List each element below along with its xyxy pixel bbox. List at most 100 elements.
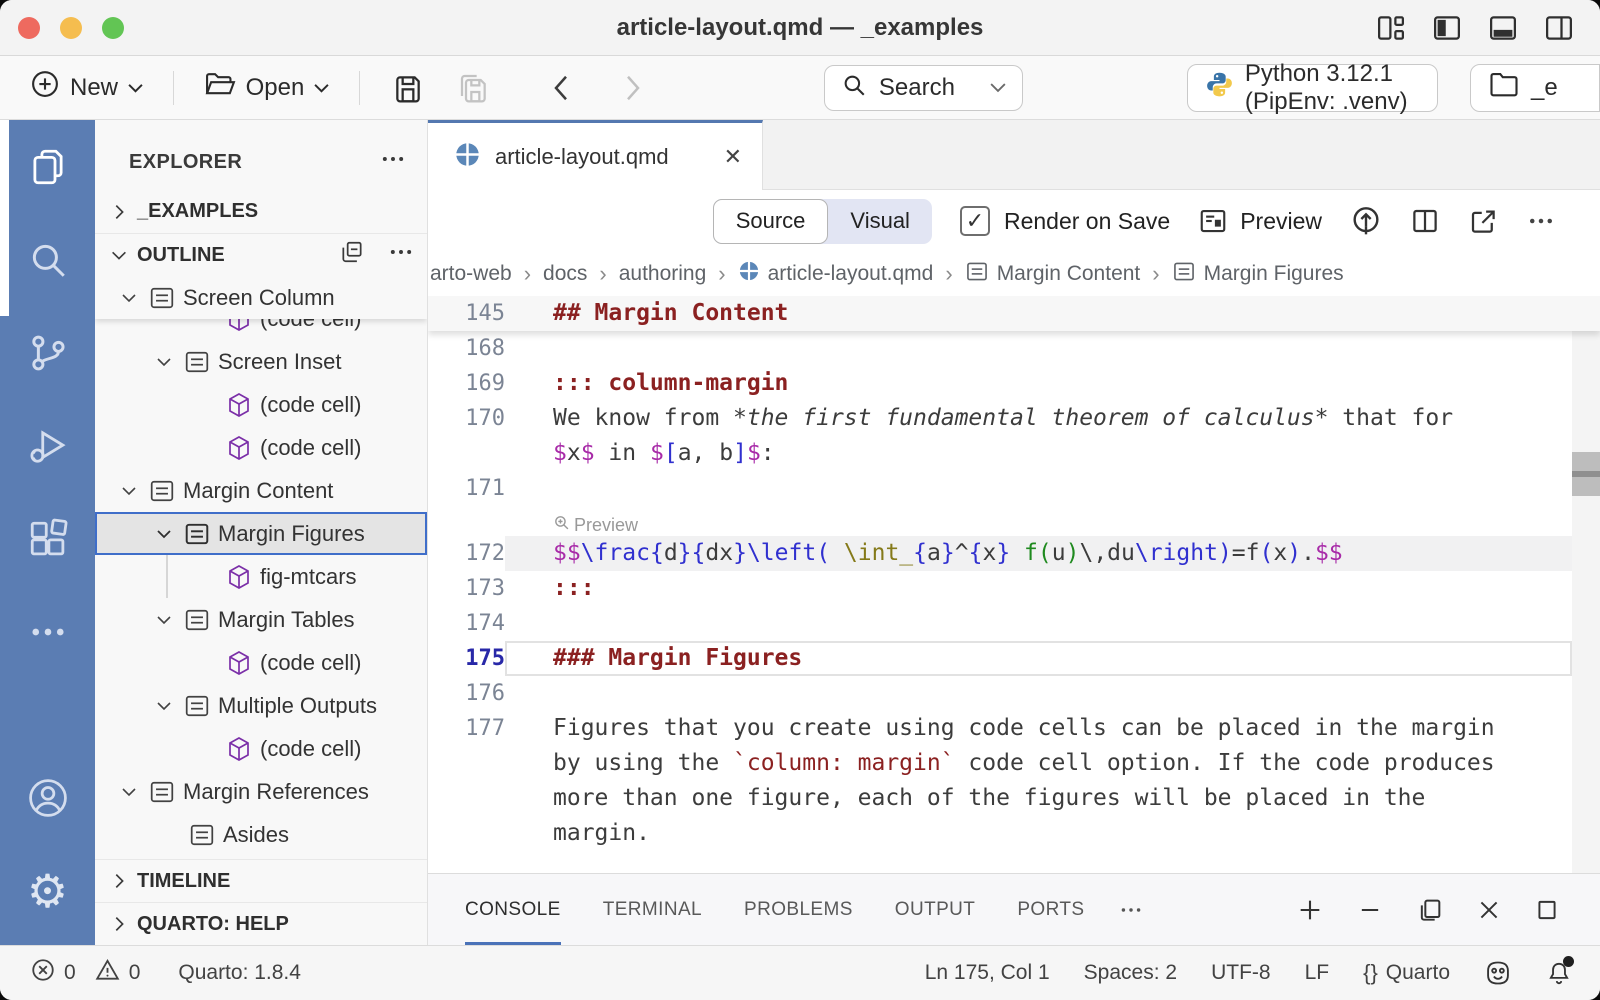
editor-scrollbar[interactable]: [1572, 302, 1600, 873]
new-button[interactable]: New: [22, 63, 151, 112]
save-button[interactable]: [382, 68, 434, 108]
code-line[interactable]: 174: [428, 606, 1600, 641]
breadcrumb-item-section[interactable]: Margin Content: [965, 261, 1141, 288]
code-line-wrap[interactable]: $x$ in $[a, b]$:: [428, 436, 1600, 471]
breadcrumb-item[interactable]: arto-web: [430, 262, 512, 286]
language-mode-status[interactable]: {} Quarto: [1363, 960, 1450, 986]
close-window-button[interactable]: [18, 17, 40, 39]
section-timeline[interactable]: TIMELINE: [95, 859, 427, 902]
section-examples[interactable]: _EXAMPLES: [95, 190, 427, 233]
more-actions-icon[interactable]: [387, 238, 415, 272]
outline-item-screen-inset[interactable]: Screen Inset: [95, 340, 427, 383]
zoom-window-button[interactable]: [102, 17, 124, 39]
tab-problems[interactable]: PROBLEMS: [744, 874, 853, 945]
eol-status[interactable]: LF: [1305, 961, 1330, 985]
outline-item-margin-figures[interactable]: Margin Figures: [95, 512, 427, 555]
section-outline[interactable]: OUTLINE: [95, 233, 427, 276]
search-view-icon[interactable]: [0, 213, 95, 306]
tab-console[interactable]: CONSOLE: [465, 874, 561, 945]
maximize-panel-icon[interactable]: [1534, 897, 1560, 923]
extensions-icon[interactable]: [0, 492, 95, 585]
explorer-icon[interactable]: [0, 120, 95, 213]
account-icon[interactable]: [0, 751, 95, 844]
more-actions-icon[interactable]: [1526, 206, 1556, 236]
code-line-wrap[interactable]: margin.: [428, 816, 1600, 851]
outline-item-code-cell[interactable]: (code cell): [95, 426, 427, 469]
tab-article-layout[interactable]: article-layout.qmd ✕: [428, 120, 763, 190]
back-button[interactable]: [540, 69, 582, 107]
save-all-button[interactable]: [448, 68, 500, 108]
customize-layout-icon[interactable]: [1376, 13, 1406, 43]
quarto-version-status[interactable]: Quarto: 1.8.4: [178, 961, 301, 985]
code-line[interactable]: 170We know from *the first fundamental t…: [428, 401, 1600, 436]
minimize-window-button[interactable]: [60, 17, 82, 39]
sticky-code-line[interactable]: 145## Margin Content: [428, 296, 1600, 331]
code-editor[interactable]: 145## Margin Content 168 169::: column-m…: [428, 296, 1600, 873]
render-on-save-checkbox[interactable]: ✓: [960, 206, 990, 236]
more-actions-icon[interactable]: [379, 145, 407, 179]
open-external-icon[interactable]: [1468, 206, 1498, 236]
source-mode-button[interactable]: Source: [713, 199, 829, 244]
python-interpreter-button[interactable]: Python 3.12.1 (PipEnv: .venv): [1187, 64, 1438, 112]
more-views-icon[interactable]: [0, 585, 95, 678]
code-line-wrap[interactable]: more than one figure, each of the figure…: [428, 781, 1600, 816]
breadcrumb-item-file[interactable]: article-layout.qmd: [738, 260, 934, 288]
render-icon[interactable]: [1350, 205, 1382, 237]
preview-button[interactable]: Preview: [1198, 206, 1322, 236]
chevron-down-icon: [152, 609, 176, 631]
code-line-math[interactable]: 172$$\frac{d}{dx}\left( \int_{a}^{x} f(u…: [428, 536, 1600, 571]
outline-item-margin-tables[interactable]: Margin Tables: [95, 598, 427, 641]
split-panel-icon[interactable]: [1416, 896, 1444, 924]
outline-item-fig-mtcars[interactable]: fig-mtcars: [95, 555, 427, 598]
toggle-primary-sidebar-icon[interactable]: [1432, 13, 1462, 43]
outline-item-code-cell[interactable]: (code cell): [95, 319, 427, 340]
notifications-bell-icon[interactable]: [1546, 959, 1572, 987]
feedback-smiley-icon[interactable]: [1484, 959, 1512, 987]
minimize-panel-icon[interactable]: [1356, 896, 1384, 924]
tab-output[interactable]: OUTPUT: [895, 874, 976, 945]
section-quarto-help[interactable]: QUARTO: HELP: [95, 902, 427, 945]
source-control-icon[interactable]: [0, 306, 95, 399]
tab-ports[interactable]: PORTS: [1017, 874, 1084, 945]
code-line-current[interactable]: 175### Margin Figures: [428, 641, 1600, 676]
breadcrumb-item[interactable]: docs: [543, 262, 587, 286]
search-input[interactable]: Search: [824, 65, 1023, 111]
outline-item-margin-content[interactable]: Margin Content: [95, 469, 427, 512]
outline-item-margin-references[interactable]: Margin References: [95, 770, 427, 813]
close-tab-icon[interactable]: ✕: [724, 144, 742, 170]
cursor-position-status[interactable]: Ln 175, Col 1: [925, 961, 1050, 985]
collapse-all-icon[interactable]: [339, 239, 365, 271]
outline-item-multiple-outputs[interactable]: Multiple Outputs: [95, 684, 427, 727]
outline-item-asides[interactable]: Asides: [95, 813, 427, 856]
tab-terminal[interactable]: TERMINAL: [603, 874, 702, 945]
toggle-secondary-sidebar-icon[interactable]: [1544, 13, 1574, 43]
code-line[interactable]: 177Figures that you create using code ce…: [428, 711, 1600, 746]
workspace-folder-button[interactable]: _e: [1470, 64, 1600, 112]
outline-item-screen-column[interactable]: Screen Column: [95, 276, 427, 319]
run-debug-icon[interactable]: [0, 399, 95, 492]
code-line[interactable]: 168: [428, 331, 1600, 366]
outline-item-code-cell[interactable]: (code cell): [95, 641, 427, 684]
codelens-preview[interactable]: Preview: [428, 506, 1600, 536]
toggle-panel-icon[interactable]: [1488, 13, 1518, 43]
breadcrumb-item-section[interactable]: Margin Figures: [1172, 261, 1344, 288]
split-editor-icon[interactable]: [1410, 206, 1440, 236]
code-line[interactable]: 173:::: [428, 571, 1600, 606]
outline-item-code-cell[interactable]: (code cell): [95, 383, 427, 426]
outline-item-code-cell[interactable]: (code cell): [95, 727, 427, 770]
code-line[interactable]: 171: [428, 471, 1600, 506]
code-line[interactable]: 169::: column-margin: [428, 366, 1600, 401]
open-button[interactable]: Open: [196, 63, 338, 112]
settings-gear-icon[interactable]: ⚙: [0, 844, 95, 937]
breadcrumb-item[interactable]: authoring: [619, 262, 707, 286]
forward-button[interactable]: [612, 69, 654, 107]
problems-status[interactable]: 0 0: [30, 957, 140, 989]
new-console-icon[interactable]: [1296, 896, 1324, 924]
encoding-status[interactable]: UTF-8: [1211, 961, 1271, 985]
indentation-status[interactable]: Spaces: 2: [1084, 961, 1177, 985]
visual-mode-button[interactable]: Visual: [828, 199, 932, 244]
code-line-wrap[interactable]: by using the `column: margin` code cell …: [428, 746, 1600, 781]
code-line[interactable]: 176: [428, 676, 1600, 711]
close-panel-icon[interactable]: [1476, 897, 1502, 923]
more-panel-tabs-icon[interactable]: [1118, 874, 1144, 945]
